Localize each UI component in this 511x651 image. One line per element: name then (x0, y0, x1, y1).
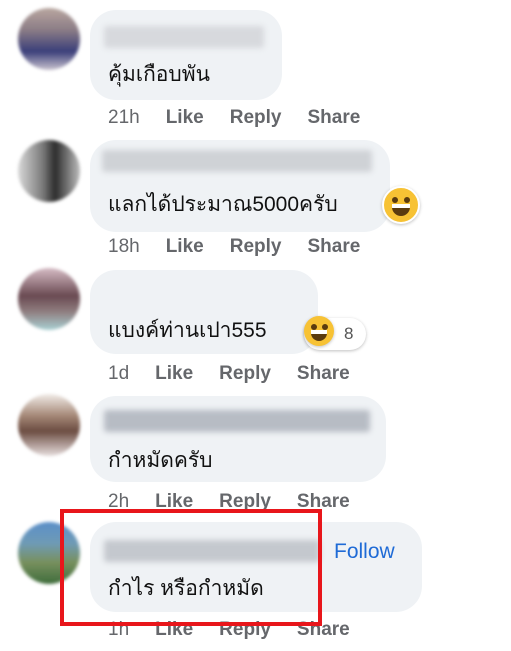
emoji-eye (392, 197, 398, 203)
comment-actions: 18h Like Reply Share (108, 236, 360, 258)
comment-actions: 1d Like Reply Share (108, 363, 350, 385)
comment-text: แบงค์ท่านเปา555 (108, 319, 267, 342)
follow-button[interactable]: Follow (334, 540, 395, 564)
comment-bubble: กำหมัดครับ (90, 396, 386, 482)
like-button[interactable]: Like (155, 363, 193, 384)
share-button[interactable]: Share (307, 107, 360, 128)
commenter-name-blurred[interactable] (104, 26, 264, 48)
comment-actions: 21h Like Reply Share (108, 107, 360, 129)
grinning-face-icon[interactable] (382, 186, 420, 224)
reaction-count-number: 8 (344, 324, 354, 343)
reply-button[interactable]: Reply (219, 363, 271, 384)
emoji-teeth (392, 204, 410, 208)
comment-time[interactable]: 18h (108, 236, 140, 257)
highlight-box (60, 509, 322, 626)
comment-time[interactable]: 1d (108, 363, 129, 384)
comment-time[interactable]: 21h (108, 107, 140, 128)
reply-button[interactable]: Reply (230, 107, 282, 128)
avatar[interactable] (18, 394, 80, 456)
reply-button[interactable]: Reply (230, 236, 282, 257)
comment-bubble: แลกได้ประมาณ5000ครับ (90, 140, 390, 232)
comment-bubble: คุ้มเกือบพัน (90, 10, 282, 100)
emoji-teeth (311, 330, 327, 334)
avatar[interactable] (18, 268, 80, 330)
emoji-mouth (311, 330, 327, 341)
avatar[interactable] (18, 140, 80, 202)
emoji-mouth (392, 204, 410, 216)
commenter-name-blurred[interactable] (104, 410, 370, 432)
avatar[interactable] (18, 8, 80, 70)
share-button[interactable]: Share (297, 363, 350, 384)
comment-text: แลกได้ประมาณ5000ครับ (108, 193, 338, 216)
like-button[interactable]: Like (166, 107, 204, 128)
reaction-count[interactable]: 8 (304, 316, 366, 350)
share-button[interactable]: Share (307, 236, 360, 257)
emoji-eye (404, 197, 410, 203)
comment-bubble: แบงค์ท่านเปา555 (90, 270, 318, 354)
grinning-face-icon (304, 316, 334, 346)
like-button[interactable]: Like (166, 236, 204, 257)
comment-text: คุ้มเกือบพัน (108, 63, 210, 86)
commenter-name-blurred[interactable] (102, 150, 372, 172)
comment-text: กำหมัดครับ (108, 449, 213, 472)
